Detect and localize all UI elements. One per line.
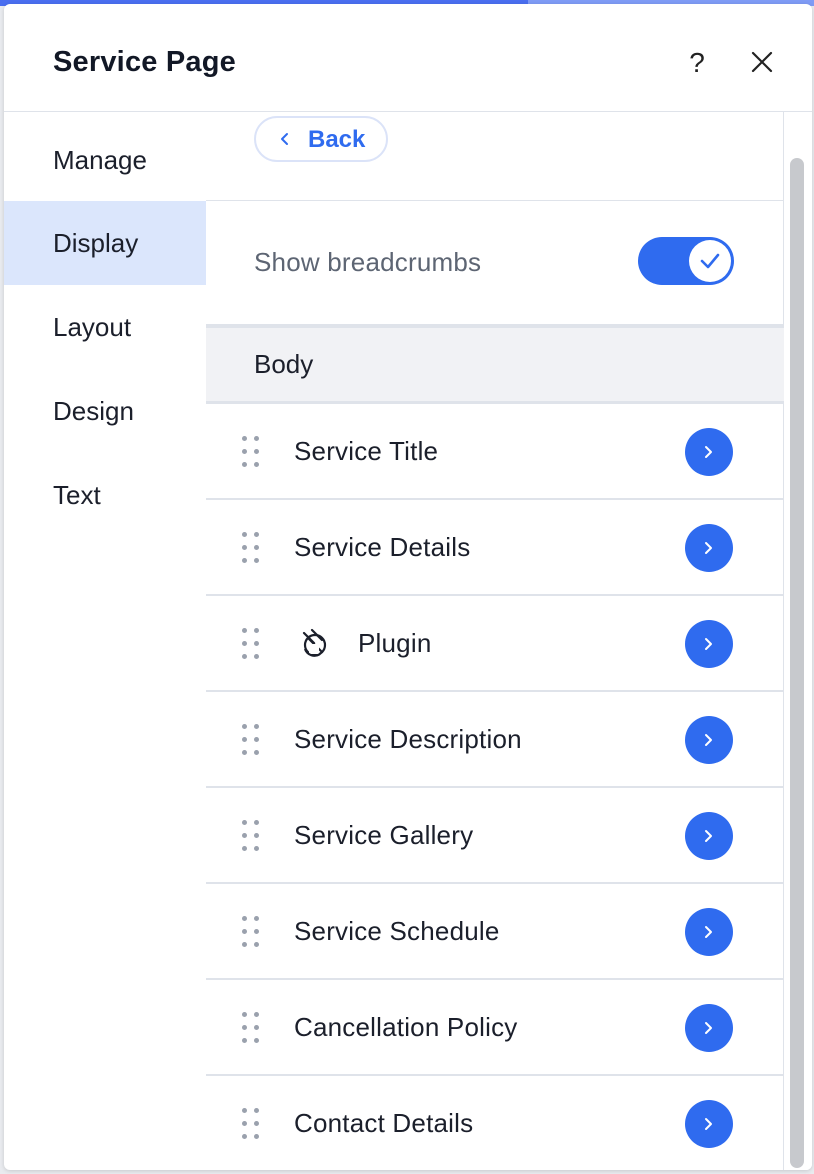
- panel-header: Service Page ?: [4, 4, 812, 112]
- breadcrumbs-toggle[interactable]: [638, 237, 734, 285]
- chevron-left-icon: [281, 133, 288, 145]
- chevron-right-button[interactable]: [685, 620, 733, 668]
- sidebar-item-manage[interactable]: Manage: [4, 118, 206, 202]
- drag-handle-icon[interactable]: [242, 1012, 262, 1044]
- checkmark-icon: [700, 253, 720, 269]
- list-item-label: Service Schedule: [294, 916, 500, 946]
- list-item-service-details[interactable]: Service Details: [206, 500, 784, 596]
- list-item-label: Service Details: [294, 532, 471, 562]
- drag-handle-icon[interactable]: [242, 436, 262, 468]
- close-icon[interactable]: [748, 48, 776, 76]
- chevron-right-button[interactable]: [685, 428, 733, 476]
- section-header-body: Body: [206, 324, 784, 404]
- list-item-label: Service Title: [294, 436, 439, 466]
- drag-handle-icon[interactable]: [242, 532, 262, 564]
- chevron-right-icon: [705, 830, 712, 842]
- settings-panel: Service Page ? Manage Display Layout Des…: [4, 4, 812, 1170]
- section-title: Body: [254, 349, 314, 379]
- chevron-right-icon: [705, 734, 712, 746]
- plugin-icon: [302, 628, 327, 657]
- list-item-service-gallery[interactable]: Service Gallery: [206, 788, 784, 884]
- list-item-plugin[interactable]: Plugin: [206, 596, 784, 692]
- list-item-label: Plugin: [358, 628, 432, 658]
- chevron-right-button[interactable]: [685, 1100, 733, 1148]
- chevron-right-icon: [705, 1118, 712, 1130]
- list-item-label: Service Gallery: [294, 820, 474, 850]
- chevron-right-icon: [705, 638, 712, 650]
- drag-handle-icon[interactable]: [242, 724, 262, 756]
- sidebar: Manage Display Layout Design Text: [4, 112, 206, 1170]
- chevron-right-button[interactable]: [685, 1004, 733, 1052]
- chevron-right-icon: [705, 1022, 712, 1034]
- sidebar-item-text[interactable]: Text: [4, 453, 206, 537]
- list-item-label: Service Description: [294, 724, 522, 754]
- list-item-service-schedule[interactable]: Service Schedule: [206, 884, 784, 980]
- breadcrumbs-label: Show breadcrumbs: [254, 247, 482, 277]
- sidebar-item-display[interactable]: Display: [4, 201, 206, 285]
- breadcrumbs-setting-row: Show breadcrumbs: [206, 200, 784, 324]
- chevron-right-icon: [705, 446, 712, 458]
- sidebar-item-layout[interactable]: Layout: [4, 285, 206, 369]
- drag-handle-icon[interactable]: [242, 1108, 262, 1140]
- toggle-knob: [689, 240, 731, 282]
- sidebar-item-design[interactable]: Design: [4, 369, 206, 453]
- chevron-right-button[interactable]: [685, 908, 733, 956]
- panel-title: Service Page: [53, 46, 236, 78]
- chevron-right-icon: [705, 542, 712, 554]
- chevron-right-button[interactable]: [685, 716, 733, 764]
- drag-handle-icon[interactable]: [242, 820, 262, 852]
- help-icon[interactable]: ?: [684, 46, 710, 80]
- content-area: Back Show breadcrumbs Body Service Title…: [206, 112, 784, 1170]
- chevron-right-button[interactable]: [685, 524, 733, 572]
- list-item-contact-details[interactable]: Contact Details: [206, 1076, 784, 1170]
- back-button-label: Back: [308, 126, 366, 153]
- list-item-label: Contact Details: [294, 1108, 474, 1138]
- drag-handle-icon[interactable]: [242, 916, 262, 948]
- drag-handle-icon[interactable]: [242, 628, 262, 660]
- list-item-service-description[interactable]: Service Description: [206, 692, 784, 788]
- list-item-service-title[interactable]: Service Title: [206, 404, 784, 500]
- scrollbar-track[interactable]: [784, 112, 812, 1170]
- scrollbar-thumb[interactable]: [790, 158, 804, 1168]
- chevron-right-button[interactable]: [685, 812, 733, 860]
- chevron-right-icon: [705, 926, 712, 938]
- back-button[interactable]: Back: [254, 116, 388, 162]
- list-item-cancellation-policy[interactable]: Cancellation Policy: [206, 980, 784, 1076]
- list-item-label: Cancellation Policy: [294, 1012, 518, 1042]
